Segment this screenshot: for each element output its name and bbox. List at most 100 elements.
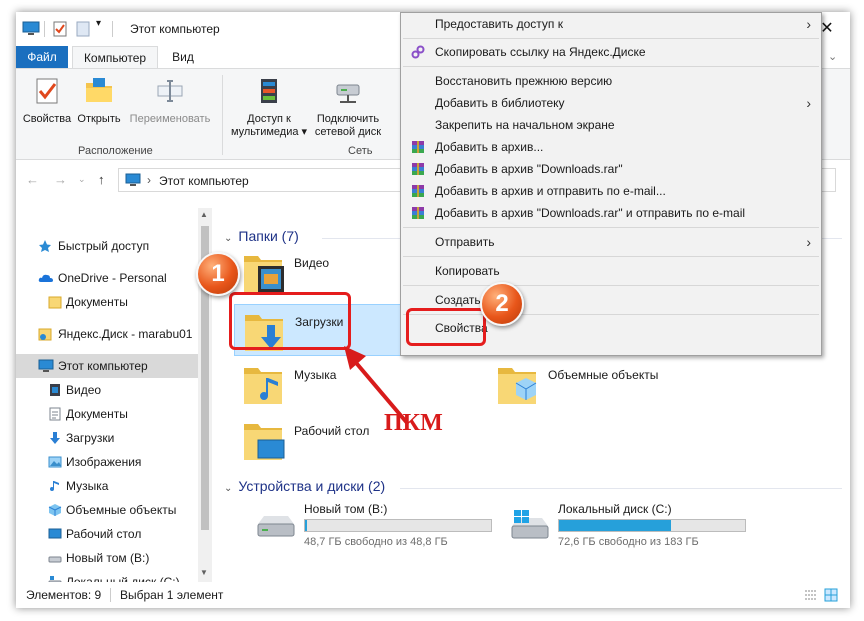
drive-name: Новый том (B:) xyxy=(304,502,388,516)
menu-item-label: Закрепить на начальном экране xyxy=(435,118,615,132)
sidebar-item-pictures[interactable]: Изображения xyxy=(16,450,198,474)
network-drive-label-1: Подключить xyxy=(316,113,380,125)
rename-icon xyxy=(157,80,183,102)
details-view-icon[interactable] xyxy=(804,588,818,602)
properties-button[interactable]: Свойства xyxy=(20,75,74,126)
sidebar-item-downloads[interactable]: Загрузки xyxy=(16,426,198,450)
menu-item-send-to[interactable]: Отправить › xyxy=(401,231,821,253)
group-network-label: Сеть xyxy=(348,145,373,157)
up-icon[interactable]: ↑ xyxy=(98,172,105,187)
folders-header-text: Папки (7) xyxy=(238,228,299,244)
properties-highlight-box xyxy=(406,308,486,346)
sidebar-item-label: Документы xyxy=(66,295,128,309)
tab-file[interactable]: Файл xyxy=(16,46,68,68)
breadcrumb-separator: › xyxy=(147,173,151,187)
sidebar-item-label: OneDrive - Personal xyxy=(58,271,167,285)
sidebar-item-new-volume-b[interactable]: Новый том (B:) xyxy=(16,546,198,570)
menu-item-pin-to-start[interactable]: Закрепить на начальном экране xyxy=(401,114,821,136)
sidebar-item-yandex-disk[interactable]: Яндекс.Диск - marabu01 xyxy=(16,322,198,346)
tab-view[interactable]: Вид xyxy=(162,46,204,68)
sidebar-item-label: Быстрый доступ xyxy=(58,239,150,253)
rename-button[interactable]: Переименовать xyxy=(126,75,214,126)
selection-count: Выбран 1 элемент xyxy=(120,588,224,602)
sidebar-item-label: Новый том (B:) xyxy=(66,551,150,565)
media-access-button[interactable]: Доступ к мультимедиа ▾ xyxy=(226,75,312,139)
drive-b[interactable]: Новый том (B:) 48,7 ГБ свободно из 48,8 … xyxy=(248,500,502,548)
menu-item-downloads-rar-and-email[interactable]: Добавить в архив "Downloads.rar" и отпра… xyxy=(401,202,821,224)
sidebar-item-video[interactable]: Видео xyxy=(16,378,198,402)
back-icon[interactable]: ← xyxy=(26,172,39,187)
folder-3d-objects[interactable]: Объемные объекты xyxy=(488,358,742,410)
media-access-label-2: мультимедиа ▾ xyxy=(230,126,308,138)
menu-item-label: Добавить в архив "Downloads.rar" xyxy=(435,162,623,176)
sidebar-item-3d-objects[interactable]: Объемные объекты xyxy=(16,498,198,522)
ribbon-expand-icon[interactable]: ⌄ xyxy=(828,50,837,63)
music-folder-icon xyxy=(244,368,282,404)
sidebar-item-label: Этот компьютер xyxy=(58,359,148,373)
properties-qa-icon[interactable] xyxy=(52,21,68,37)
status-bar: Элементов: 9 Выбран 1 элемент xyxy=(16,582,850,608)
qa-separator xyxy=(112,21,113,37)
qa-dropdown-icon[interactable]: ▾ xyxy=(96,18,101,34)
scroll-down-icon[interactable]: ▼ xyxy=(200,568,208,577)
sidebar-item-desktop[interactable]: Рабочий стол xyxy=(16,522,198,546)
chevron-right-icon: › xyxy=(806,95,811,111)
qa-separator xyxy=(44,21,45,37)
winrar-icon xyxy=(412,185,424,197)
sidebar-item-this-pc[interactable]: Этот компьютер xyxy=(16,354,198,378)
forward-icon[interactable]: → xyxy=(54,172,67,187)
media-access-label-1: Доступ к xyxy=(247,113,291,125)
rename-label: Переименовать xyxy=(129,113,211,125)
drive-c[interactable]: Локальный диск (C:) 72,6 ГБ свободно из … xyxy=(502,500,756,548)
sidebar-item-label: Объемные объекты xyxy=(66,503,177,517)
open-button[interactable]: Открыть xyxy=(74,75,124,126)
menu-item-copy-yandex-link[interactable]: Скопировать ссылку на Яндекс.Диске xyxy=(401,41,821,63)
drives-section-header[interactable]: ⌄ Устройства и диски (2) xyxy=(224,478,385,494)
explorer-window: ▾ Этот компьютер ✕ Файл Компьютер Вид ⌄ … xyxy=(16,12,850,608)
step-1-badge: 1 xyxy=(196,252,240,296)
winrar-icon xyxy=(412,207,424,219)
menu-item-add-to-archive[interactable]: Добавить в архив... xyxy=(401,136,821,158)
drive-icon xyxy=(48,556,62,563)
sidebar-item-onedrive-documents[interactable]: Документы xyxy=(16,290,198,314)
music-note-icon xyxy=(50,481,59,491)
computer-icon xyxy=(38,359,54,372)
breadcrumb-this-pc[interactable]: Этот компьютер xyxy=(159,174,249,188)
tiles-view-icon[interactable] xyxy=(824,588,838,602)
network-drive-icon xyxy=(336,84,360,103)
menu-item-label: Копировать xyxy=(435,264,500,278)
menu-item-label: Добавить в архив и отправить по e-mail..… xyxy=(435,184,666,198)
scroll-up-icon[interactable]: ▲ xyxy=(200,210,208,219)
open-label: Открыть xyxy=(77,113,121,125)
ribbon-separator xyxy=(222,75,223,155)
desktop-icon xyxy=(48,528,62,539)
recent-dropdown-icon[interactable]: ⌄ xyxy=(78,174,86,185)
menu-item-add-to-downloads-rar[interactable]: Добавить в архив "Downloads.rar" xyxy=(401,158,821,180)
menu-item-label: Скопировать ссылку на Яндекс.Диске xyxy=(435,45,646,59)
folders-section-header[interactable]: ⌄ Папки (7) xyxy=(224,228,299,244)
group-location-label: Расположение xyxy=(78,145,153,157)
sidebar-item-quick-access[interactable]: Быстрый доступ xyxy=(16,234,198,258)
new-folder-qa-icon[interactable] xyxy=(76,21,90,37)
sidebar-item-music[interactable]: Музыка xyxy=(16,474,198,498)
map-network-drive-button[interactable]: Подключить сетевой диск xyxy=(310,75,386,139)
sidebar-item-label: Яндекс.Диск - marabu01 xyxy=(58,327,193,341)
drive-icon xyxy=(257,516,295,537)
drive-name: Локальный диск (C:) xyxy=(558,502,672,516)
cube-icon xyxy=(48,504,62,516)
sidebar-item-documents[interactable]: Документы xyxy=(16,402,198,426)
drive-free-space: 48,7 ГБ свободно из 48,8 ГБ xyxy=(304,536,448,548)
menu-item-restore-previous[interactable]: Восстановить прежнюю версию xyxy=(401,70,821,92)
properties-label: Свойства xyxy=(22,113,72,125)
video-folder-icon xyxy=(244,256,284,292)
sidebar-item-onedrive[interactable]: OneDrive - Personal xyxy=(16,266,198,290)
drives-header-text: Устройства и диски (2) xyxy=(238,478,386,494)
menu-item-copy[interactable]: Копировать xyxy=(401,260,821,282)
menu-item-share-with[interactable]: Предоставить доступ к › xyxy=(401,13,821,35)
menu-item-label: Отправить xyxy=(435,235,495,249)
menu-item-archive-and-email[interactable]: Добавить в архив и отправить по e-mail..… xyxy=(401,180,821,202)
picture-icon xyxy=(48,456,62,468)
tab-computer[interactable]: Компьютер xyxy=(72,46,158,68)
navigation-pane: Быстрый доступ OneDrive - Personal Докум… xyxy=(16,208,212,589)
menu-item-add-to-library[interactable]: Добавить в библиотеку › xyxy=(401,92,821,114)
